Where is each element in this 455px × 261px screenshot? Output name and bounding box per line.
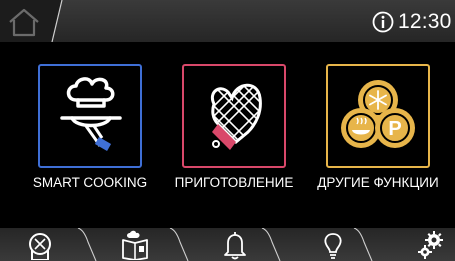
other-functions-label: ДРУГИЕ ФУНКЦИИ: [317, 175, 439, 190]
recipe-book-icon[interactable]: [121, 230, 149, 260]
smart-cooking-tile[interactable]: [38, 64, 142, 168]
bottom-nav: [0, 228, 455, 261]
cooking-label: ПРИГОТОВЛЕНИЕ: [174, 175, 294, 190]
oven-icon[interactable]: [26, 230, 54, 260]
main-menu: SMART COOKING ПРИГОТОВЛЕНИЕ P ДРУГИЕ ФУН…: [0, 42, 455, 228]
other-functions-icon: P: [341, 80, 415, 148]
lightbulb-icon[interactable]: [319, 230, 347, 260]
home-icon[interactable]: [6, 6, 42, 38]
smart-cooking-label: SMART COOKING: [32, 175, 148, 190]
top-bar: 12:30: [0, 0, 455, 42]
settings-icon[interactable]: [416, 230, 444, 260]
other-functions-tile[interactable]: P: [326, 64, 430, 168]
oven-mitt-icon: [211, 83, 262, 150]
info-icon[interactable]: [372, 11, 394, 33]
bell-icon[interactable]: [221, 230, 249, 260]
clock-time: 12:30: [398, 10, 452, 33]
chef-hat-cloche-icon: [60, 77, 122, 151]
cooking-tile[interactable]: [182, 64, 286, 168]
program-p-icon: P: [388, 118, 401, 140]
